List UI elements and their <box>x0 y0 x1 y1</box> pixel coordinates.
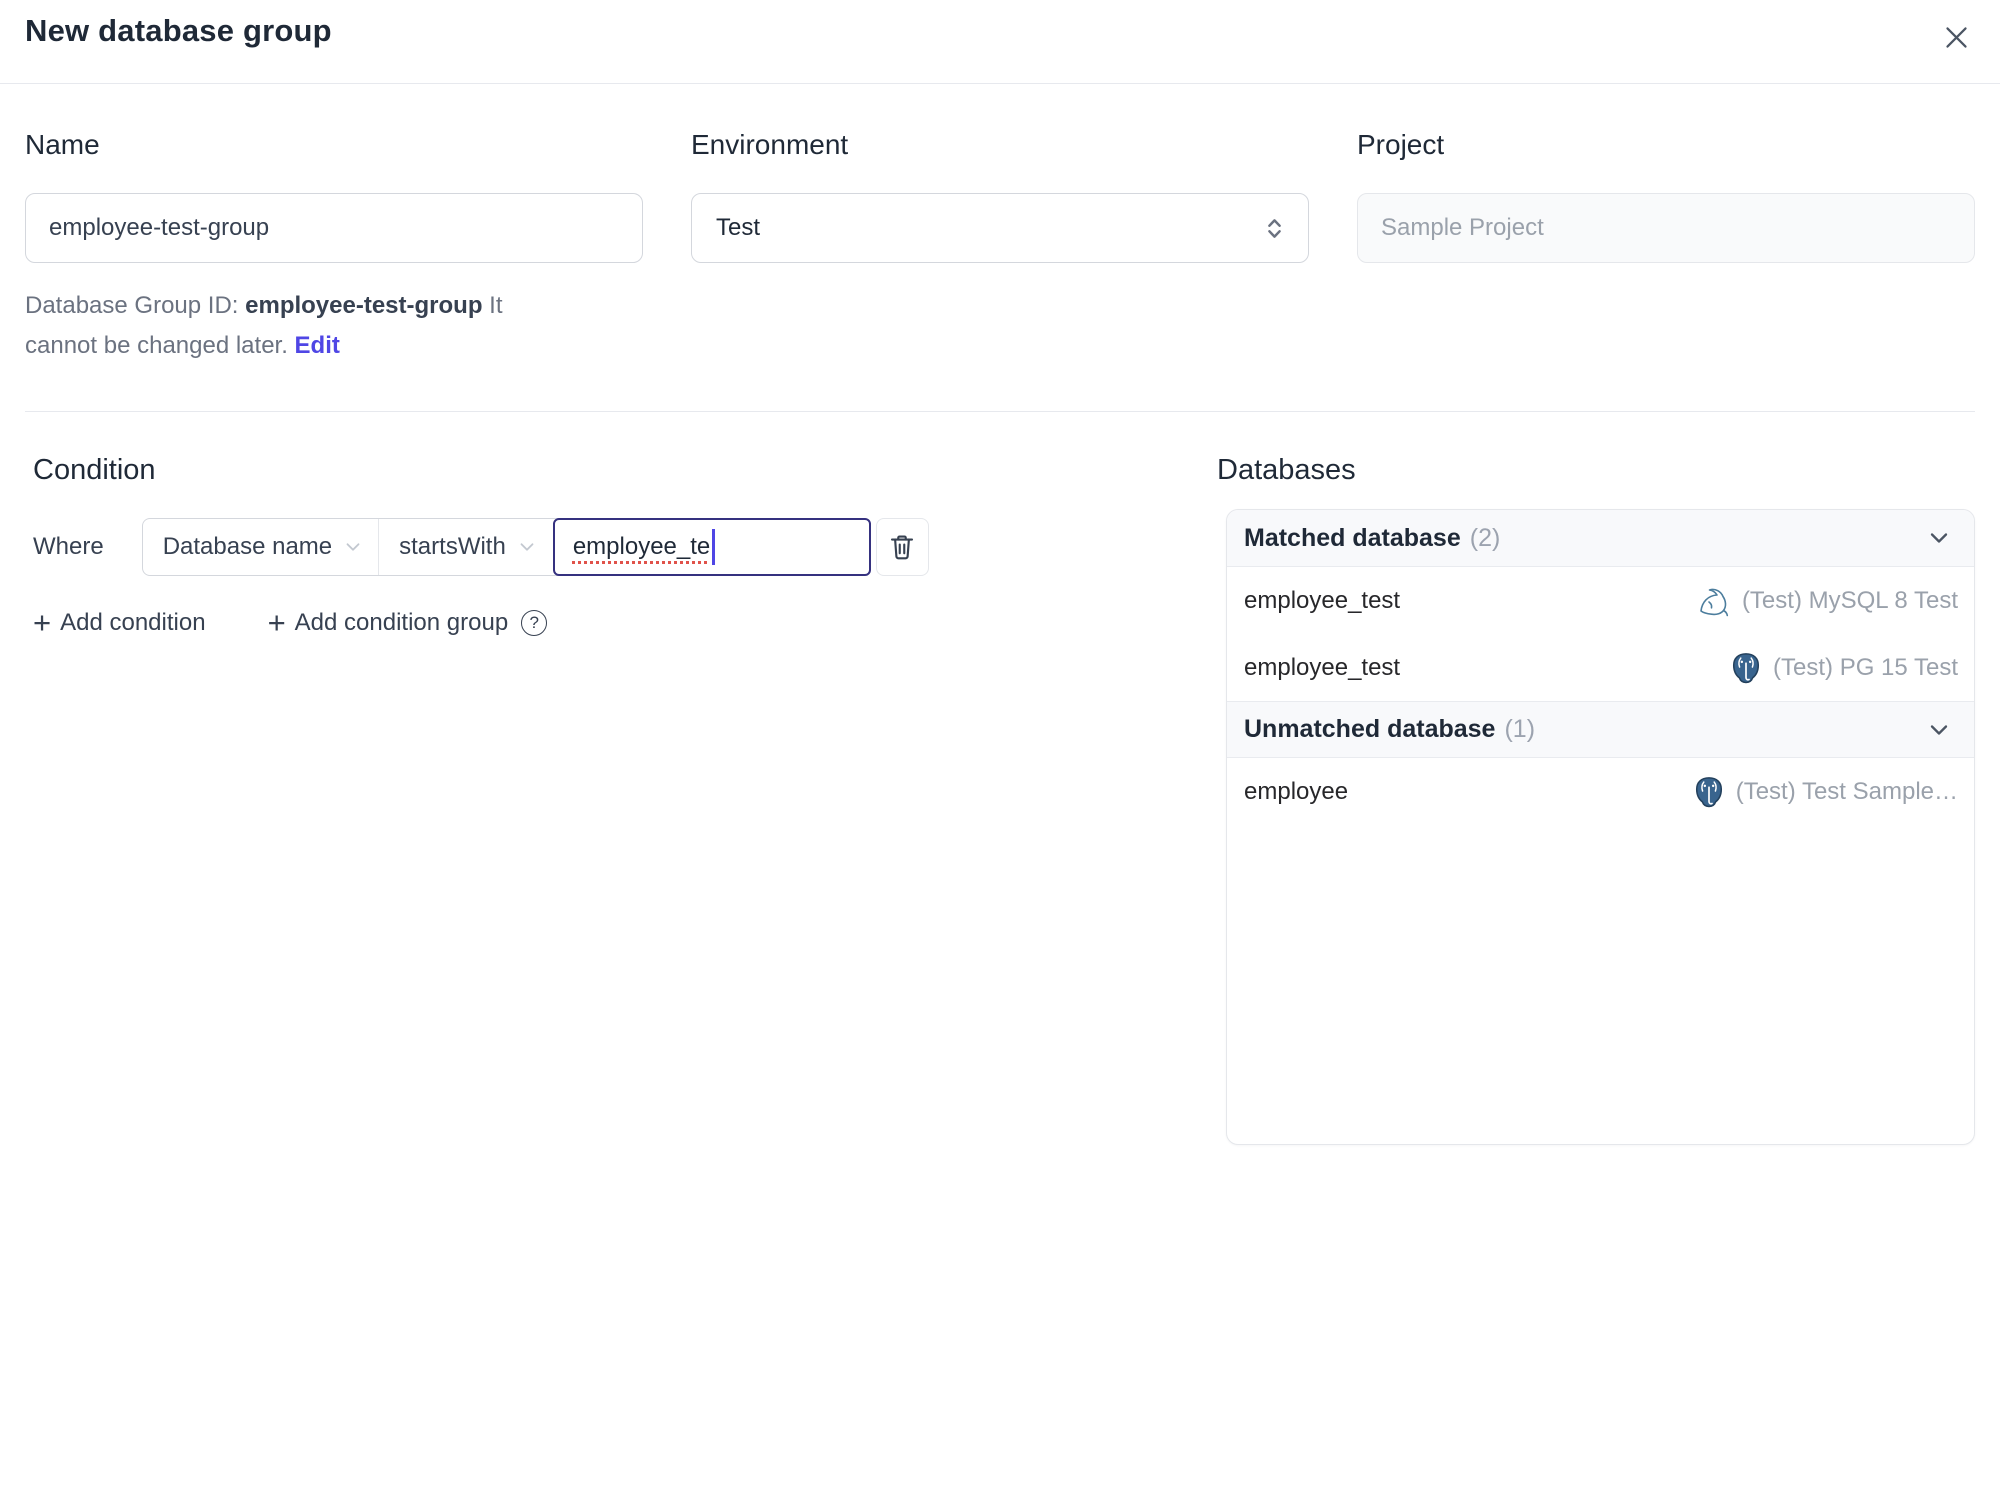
name-input[interactable] <box>25 193 643 263</box>
mysql-icon <box>1696 585 1732 617</box>
condition-value-text: employee_te <box>572 533 711 560</box>
database-group-id-hint: Database Group ID: employee-test-group I… <box>25 286 537 366</box>
help-icon[interactable]: ? <box>521 610 548 636</box>
condition-row: Where Database name startsWith employee_… <box>33 518 929 576</box>
hint-group-id: employee-test-group <box>245 292 483 319</box>
name-field-group: Name Database Group ID: employee-test-gr… <box>25 128 643 366</box>
chevron-down-icon <box>342 536 364 558</box>
edit-link[interactable]: Edit <box>295 332 340 359</box>
close-icon <box>1941 22 1972 53</box>
condition-value-input[interactable]: employee_te <box>552 518 871 576</box>
new-database-group-dialog: New database group Name Database Group I… <box>0 0 2000 1500</box>
unmatched-database-title: Unmatched database <box>1244 715 1496 743</box>
delete-condition-button[interactable] <box>875 518 929 576</box>
hint-prefix: Database Group ID: <box>25 292 246 319</box>
database-row[interactable]: employee (Test) Test Sample… <box>1227 758 1974 825</box>
unmatched-database-count: (1) <box>1504 715 1536 743</box>
condition-links-row: + Add condition + Add condition group ? <box>33 605 929 640</box>
condition-field-value: Database name <box>162 533 333 560</box>
environment-label: Environment <box>691 129 849 160</box>
plus-icon: + <box>33 605 52 640</box>
condition-section: Condition Where Database name startsWith <box>33 452 929 640</box>
project-field-group: Project Sample Project <box>1357 128 1975 366</box>
add-condition-group-button[interactable]: + Add condition group <box>267 605 509 640</box>
add-condition-label: Add condition <box>60 609 206 636</box>
database-instance-text: (Test) Test Sample… <box>1735 777 1958 805</box>
database-row[interactable]: employee_test (Test) MySQL 8 Test <box>1227 567 1974 634</box>
text-caret <box>712 529 716 565</box>
database-name: employee_test <box>1244 586 1401 614</box>
condition-expression-group: Database name startsWith employee_te <box>141 518 871 576</box>
unmatched-database-header[interactable]: Unmatched database (1) <box>1227 701 1974 758</box>
dialog-title: New database group <box>25 13 332 48</box>
postgresql-icon <box>1692 775 1726 809</box>
chevron-down-icon <box>1925 716 1953 744</box>
chevron-down-icon <box>1925 524 1953 552</box>
database-name: employee_test <box>1244 653 1401 681</box>
project-selected-value: Sample Project <box>1381 214 1544 241</box>
name-label: Name <box>25 129 100 160</box>
plus-icon: + <box>267 605 286 640</box>
project-label: Project <box>1357 129 1445 160</box>
add-condition-button[interactable]: + Add condition <box>33 605 206 640</box>
trash-icon <box>887 532 917 562</box>
matched-database-title-wrap: Matched database (2) <box>1244 524 1500 553</box>
select-up-down-icon <box>1261 215 1288 242</box>
database-instance: (Test) MySQL 8 Test <box>1696 585 1958 617</box>
environment-field-group: Environment Test <box>691 128 1309 366</box>
environment-select[interactable]: Test <box>691 193 1309 263</box>
matched-database-count: (2) <box>1469 523 1501 552</box>
database-instance-text: (Test) PG 15 Test <box>1773 653 1958 681</box>
condition-operator-dropdown[interactable]: startsWith <box>379 519 554 575</box>
unmatched-database-title-wrap: Unmatched database (1) <box>1244 715 1535 744</box>
add-condition-group-label: Add condition group <box>294 609 509 636</box>
condition-heading: Condition <box>33 454 156 486</box>
condition-operator-value: startsWith <box>399 533 506 560</box>
close-button[interactable] <box>1936 17 1976 57</box>
postgresql-icon <box>1729 651 1763 685</box>
database-instance-text: (Test) MySQL 8 Test <box>1741 586 1958 614</box>
databases-heading: Databases <box>1217 454 1356 486</box>
dialog-header: New database group <box>0 0 2000 84</box>
database-instance: (Test) PG 15 Test <box>1729 651 1958 685</box>
environment-selected-value: Test <box>716 214 761 241</box>
form-row: Name Database Group ID: employee-test-gr… <box>25 128 1975 366</box>
database-row[interactable]: employee_test (Test) PG 15 Test <box>1227 634 1974 701</box>
databases-panel: Matched database (2) employee_test (Test… <box>1226 509 1975 1145</box>
databases-section: Databases Matched database (2) employee_t… <box>1217 452 1975 1145</box>
database-instance: (Test) Test Sample… <box>1692 775 1958 809</box>
section-divider <box>25 411 1975 412</box>
condition-field-dropdown[interactable]: Database name <box>143 519 380 575</box>
where-label: Where <box>33 533 104 560</box>
database-name: employee <box>1244 777 1349 805</box>
matched-database-header[interactable]: Matched database (2) <box>1227 510 1974 567</box>
project-select-disabled: Sample Project <box>1357 193 1975 263</box>
matched-database-title: Matched database <box>1244 523 1461 552</box>
chevron-down-icon <box>516 536 538 558</box>
